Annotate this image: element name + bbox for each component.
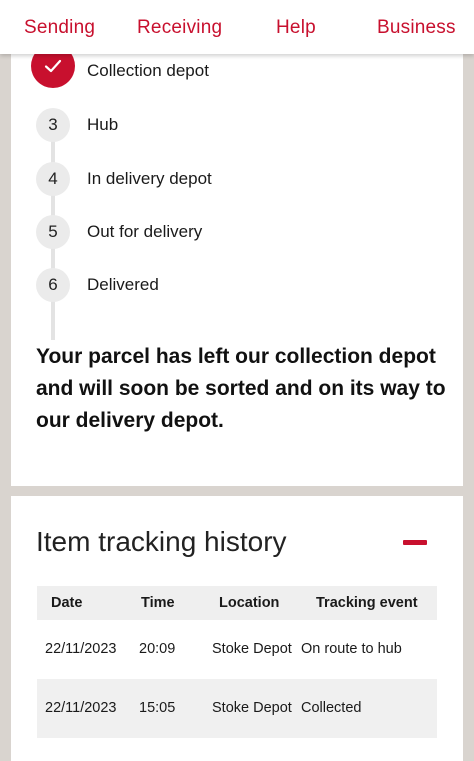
page-gutter-left [0,54,11,761]
history-title: Item tracking history [36,526,287,557]
step-label-delivered: Delivered [87,275,159,294]
table-row: 22/11/2023 20:09 Stoke Depot On route to… [37,620,437,679]
table-header: Date Time Location Tracking event [37,586,437,620]
cell-time: 20:09 [139,641,176,657]
cell-location: Stoke Depot [212,641,292,657]
nav-sending[interactable]: Sending [24,17,95,39]
column-header-location: Location [219,595,280,611]
step-number-5: 5 [36,215,70,249]
top-navigation: Sending Receiving Help Business [0,0,474,54]
cell-event: On route to hub [301,641,402,657]
cell-location: Stoke Depot [212,700,292,716]
nav-business[interactable]: Business [377,17,456,39]
check-icon [44,59,62,73]
table-row: 22/11/2023 15:05 Stoke Depot Collected [37,679,437,738]
column-header-tracking-event: Tracking event [316,595,418,611]
collapse-minus-icon[interactable] [403,540,427,545]
cell-event: Collected [301,700,362,716]
step-number-4: 4 [36,162,70,196]
nav-receiving[interactable]: Receiving [137,17,222,39]
tracking-history-card: Item tracking history Date Time Location… [11,496,463,761]
cell-date: 22/11/2023 [45,700,117,716]
step-label-in-delivery-depot: In delivery depot [87,169,212,188]
cell-time: 15:05 [139,700,176,716]
tracking-status-card: Collection depot 3 Hub 4 In delivery dep… [11,44,463,486]
status-message: Your parcel has left our collection depo… [36,345,446,432]
page-gutter-right [463,54,474,761]
step-label-collection-depot: Collection depot [87,61,209,80]
step-label-out-for-delivery: Out for delivery [87,222,203,241]
column-header-date: Date [51,595,83,611]
cell-date: 22/11/2023 [45,641,117,657]
column-header-time: Time [141,595,175,611]
tracking-history-table: Date Time Location Tracking event 22/11/… [37,586,437,738]
step-label-hub: Hub [87,115,119,134]
nav-help[interactable]: Help [276,17,316,39]
step-number-6: 6 [36,268,70,302]
section-divider [11,486,463,496]
step-number-3: 3 [36,108,70,142]
